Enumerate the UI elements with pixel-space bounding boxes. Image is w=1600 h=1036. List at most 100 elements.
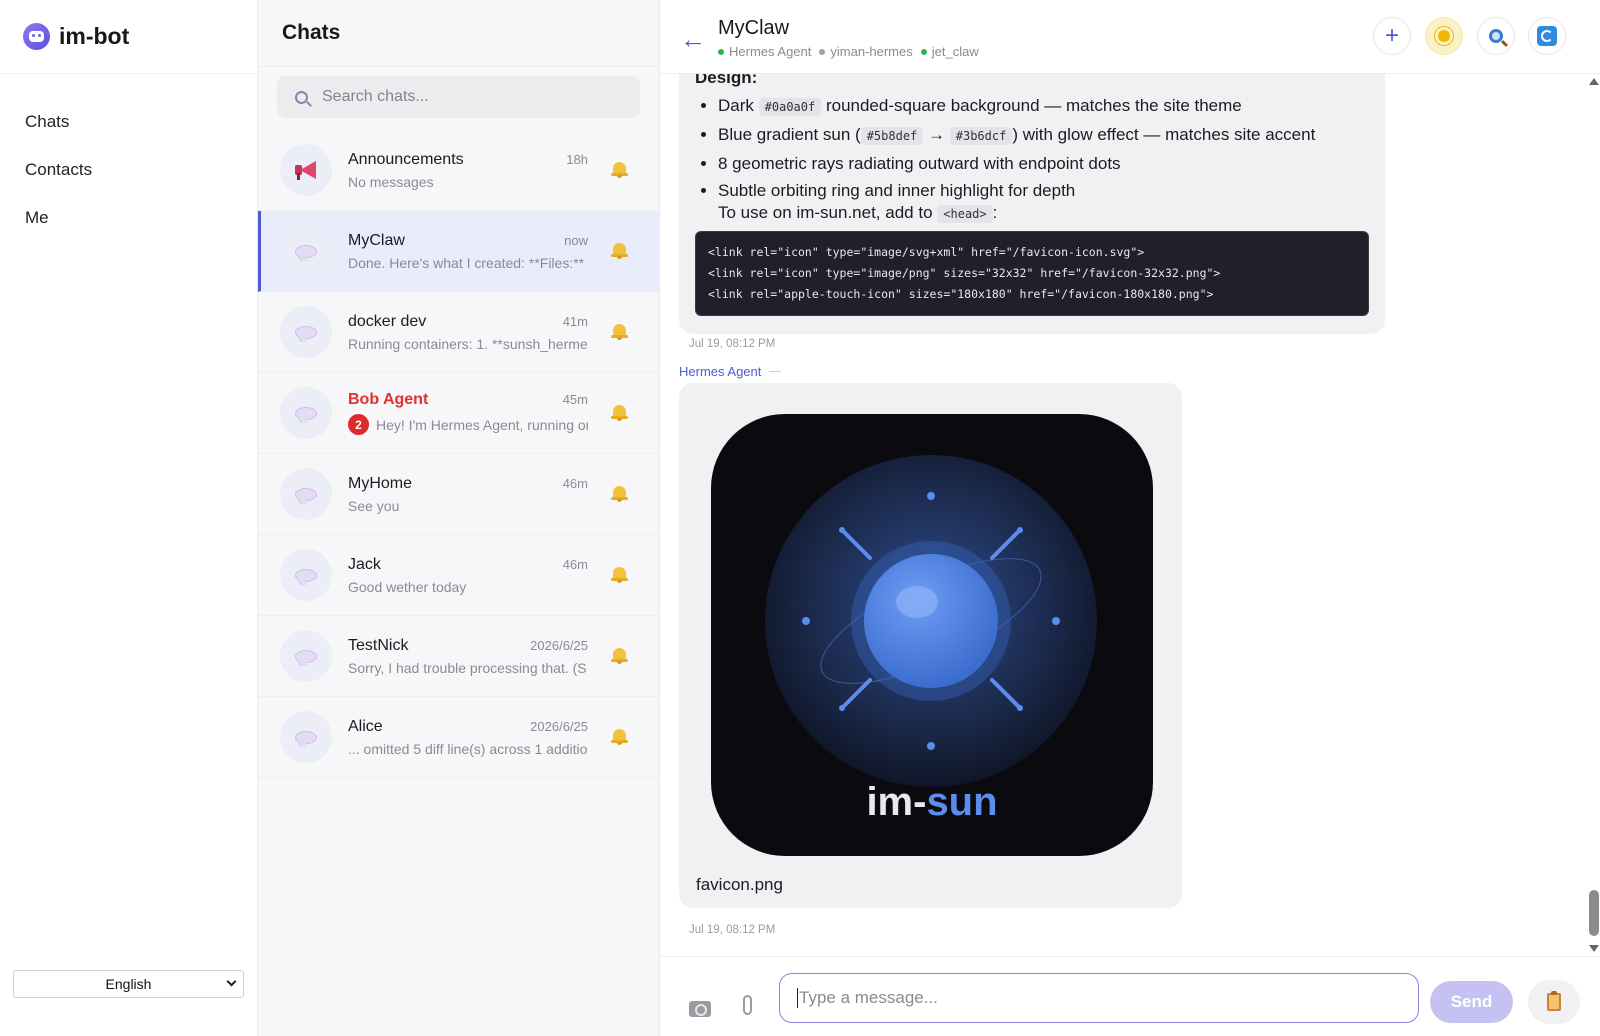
search-messages-button[interactable] (1477, 17, 1515, 55)
chat-name: Jack (348, 555, 381, 573)
image-message-bubble: im-sun favicon.png (679, 383, 1182, 908)
avatar (280, 387, 332, 439)
code-line: <link rel="icon" type="image/png" sizes=… (708, 266, 1221, 280)
chat-name: docker dev (348, 312, 427, 330)
add-button[interactable]: + (1373, 17, 1411, 55)
inline-code: <head> (937, 205, 993, 223)
chat-preview: ... omitted 5 diff line(s) across 1 addi… (348, 741, 588, 757)
scroll-up-arrow-icon[interactable] (1589, 78, 1599, 85)
bell-icon[interactable] (611, 403, 628, 421)
chat-summary: Announcements 18h No messages (348, 151, 588, 190)
chat-time: 18h (566, 151, 588, 167)
conversation-title: MyClaw (718, 17, 790, 39)
chevron-down-icon (226, 976, 237, 987)
nav-menu: Chats Contacts Me (0, 74, 257, 242)
chat-list-title: Chats (258, 0, 659, 67)
chat-time: 45m (562, 392, 588, 407)
chat-list-item[interactable]: MyHome 46m See you (258, 454, 659, 535)
message-sender: Hermes Agent (679, 364, 782, 379)
avatar (280, 306, 332, 358)
chat-list-item[interactable]: Jack 46m Good wether today (258, 535, 659, 616)
usage-line: To use on im-sun.net, add to <head>: (718, 203, 998, 223)
chat-time: now (564, 232, 588, 248)
chat-preview: Good wether today (348, 579, 588, 595)
chat-preview-text: Running containers: 1. **sunsh_hermes (348, 335, 588, 352)
magnifier-icon (1489, 29, 1503, 43)
chat-preview-text: Hey! I'm Hermes Agent, running on (376, 416, 588, 433)
nav-item-contacts[interactable]: Contacts (0, 146, 257, 194)
chat-list-item[interactable]: Announcements 18h No messages (258, 130, 659, 211)
chat-preview: See you (348, 498, 588, 514)
refresh-icon (1537, 26, 1557, 46)
participant: yiman-hermes (819, 44, 913, 59)
chat-time: 46m (562, 475, 588, 491)
chat-list-item[interactable]: TestNick 2026/6/25 Sorry, I had trouble … (258, 616, 659, 697)
scrollbar-thumb[interactable] (1589, 890, 1599, 936)
file-name: favicon.png (696, 875, 783, 894)
chat-time: 2026/6/25 (530, 637, 588, 653)
chat-bubble-icon (295, 568, 317, 582)
chat-summary: TestNick 2026/6/25 Sorry, I had trouble … (348, 637, 588, 676)
back-arrow-icon[interactable]: ← (680, 24, 706, 55)
bell-icon[interactable] (611, 160, 628, 178)
chat-bubble-icon (295, 406, 317, 420)
chat-summary: MyHome 46m See you (348, 475, 588, 514)
chat-time: 2026/6/25 (530, 718, 588, 734)
message-input-placeholder: Type a message... (799, 988, 938, 1007)
plus-icon: + (1384, 22, 1399, 49)
clipboard-icon (1547, 991, 1561, 1011)
camera-icon[interactable] (689, 1001, 711, 1017)
unread-badge: 2 (348, 414, 369, 435)
refresh-button[interactable] (1528, 17, 1566, 55)
nav-item-me[interactable]: Me (0, 194, 257, 242)
nav-item-chats[interactable]: Chats (0, 98, 257, 146)
bullet-item: Dark #0a0a0f rounded-square background —… (718, 92, 1369, 121)
bell-icon[interactable] (611, 322, 628, 340)
conversation-panel: ← MyClaw Hermes Agent yiman-hermes jet_c… (660, 0, 1600, 1036)
chat-list-panel: Chats Search chats... Announcements 18h … (258, 0, 660, 1036)
paperclip-icon[interactable] (743, 995, 752, 1015)
favicon-wordmark: im-sun (866, 780, 998, 824)
chat-preview: Running containers: 1. **sunsh_hermes (348, 336, 588, 352)
brand: im-bot (0, 0, 257, 74)
chat-name: TestNick (348, 636, 409, 654)
message-input[interactable]: Type a message... (779, 973, 1419, 1023)
chat-summary: docker dev 41m Running containers: 1. **… (348, 313, 588, 352)
chat-preview-text: Sorry, I had trouble processing that. (S (348, 659, 587, 676)
language-select-value: English (105, 976, 152, 992)
bell-icon[interactable] (611, 565, 628, 583)
bell-icon[interactable] (611, 484, 628, 502)
code-line: <link rel="apple-touch-icon" sizes="180x… (708, 287, 1214, 301)
message-scrollbar[interactable] (1588, 74, 1600, 956)
participant-name: yiman-hermes (830, 44, 913, 59)
chat-list-item[interactable]: MyClaw now Done. Here's what I created: … (258, 211, 659, 292)
chat-time: 41m (562, 313, 588, 329)
inline-code: #0a0a0f (758, 98, 822, 116)
scroll-down-arrow-icon[interactable] (1589, 945, 1599, 952)
theme-toggle-button[interactable] (1425, 17, 1463, 55)
participant-list: Hermes Agent yiman-hermes jet_claw (718, 44, 987, 59)
bell-icon[interactable] (611, 727, 628, 745)
language-select[interactable]: English (13, 970, 244, 998)
chat-preview: No messages (348, 174, 588, 190)
bell-icon[interactable] (611, 646, 628, 664)
send-button[interactable]: Send (1430, 981, 1513, 1023)
chat-list: Announcements 18h No messages MyClaw now… (258, 130, 659, 778)
megaphone-icon (293, 160, 319, 180)
bullet-item: 8 geometric rays radiating outward with … (718, 150, 1369, 177)
message-timestamp: Jul 19, 08:12 PM (689, 924, 776, 936)
search-input[interactable]: Search chats... (277, 76, 640, 118)
inline-code: #3b6dcf (949, 127, 1013, 145)
clipboard-button[interactable] (1528, 980, 1580, 1024)
chat-list-item[interactable]: Bob Agent 45m 2 Hey! I'm Hermes Agent, ru… (258, 373, 659, 454)
chat-preview: 2 Hey! I'm Hermes Agent, running on (348, 414, 588, 435)
chat-preview-text: ... omitted 5 diff line(s) across 1 addi… (348, 740, 588, 757)
chat-name: Bob Agent (348, 391, 429, 408)
bell-icon[interactable] (611, 241, 628, 259)
favicon-image[interactable]: im-sun (711, 414, 1153, 856)
message-composer: Type a message... Send (660, 956, 1600, 1036)
avatar (280, 549, 332, 601)
chat-list-item[interactable]: Alice 2026/6/25 ... omitted 5 diff line(… (258, 697, 659, 778)
message-timestamp: Jul 19, 08:12 PM (689, 338, 776, 350)
chat-list-item[interactable]: docker dev 41m Running containers: 1. **… (258, 292, 659, 373)
